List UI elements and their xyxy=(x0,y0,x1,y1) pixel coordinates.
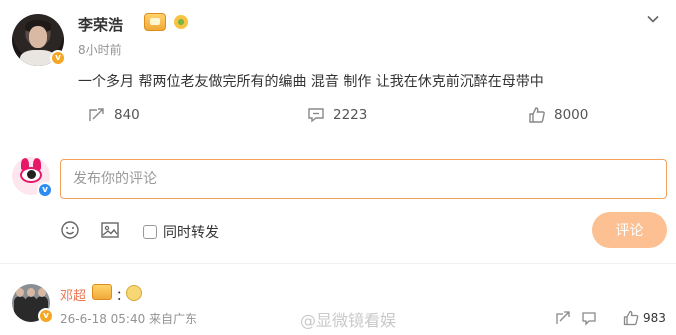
crown-badge-icon xyxy=(92,284,112,300)
repost-checkbox[interactable]: 同时转发 xyxy=(143,222,219,242)
forward-count: 840 xyxy=(114,107,140,123)
divider xyxy=(0,263,676,264)
submit-comment-button[interactable]: 评论 xyxy=(592,212,667,248)
emoji-sticker-icon xyxy=(126,285,142,301)
checkbox-box[interactable] xyxy=(143,225,157,239)
emoji-icon[interactable] xyxy=(60,220,80,240)
thumbs-up-icon xyxy=(529,107,545,123)
comment-count: 2223 xyxy=(333,107,368,123)
comment-like-count: 983 xyxy=(643,311,666,325)
post-text: 一个多月 帮两位老友做完所有的编曲 混音 制作 让我在休克前沉醉在母带中 xyxy=(78,74,544,90)
composer-toolbar: 同时转发 评论 xyxy=(0,212,676,248)
like-count: 8000 xyxy=(554,107,589,123)
thumbs-up-icon xyxy=(623,310,639,326)
verified-badge-icon: v xyxy=(38,308,54,324)
repost-label: 同时转发 xyxy=(163,225,219,241)
image-icon[interactable] xyxy=(100,220,120,240)
comment-actions xyxy=(555,310,597,326)
crown-badge-icon xyxy=(144,13,166,31)
comment-meta: 26-6-18 05:40 来自广东 xyxy=(60,312,198,326)
commenter-name[interactable]: 邓超 xyxy=(60,285,86,304)
post-header: v 李荣浩 8小时前 xyxy=(12,10,662,66)
post-actions: 840 2223 8000 xyxy=(0,104,676,126)
comment-like-button[interactable]: 983 xyxy=(623,310,666,326)
post-author-name[interactable]: 李荣浩 xyxy=(78,14,123,35)
comment-composer: v 发布你的评论 xyxy=(12,157,668,203)
verified-badge-icon: v xyxy=(50,50,66,66)
comment-icon xyxy=(308,108,324,123)
verified-badge-icon: v xyxy=(37,182,53,198)
chevron-down-icon[interactable] xyxy=(646,12,660,26)
reply-forward-icon[interactable] xyxy=(555,310,571,326)
forward-button[interactable]: 840 xyxy=(88,104,140,126)
comment-input[interactable]: 发布你的评论 xyxy=(60,159,667,199)
watermark: @显微镜看娱 xyxy=(300,311,397,330)
reply-icon[interactable] xyxy=(581,310,597,326)
forward-icon xyxy=(89,108,104,121)
like-button[interactable]: 8000 xyxy=(528,104,588,126)
comment-item: v 邓超 ： 26-6-18 05:40 来自广东 @显微镜看娱 983 xyxy=(0,280,676,332)
post-time[interactable]: 8小时前 xyxy=(78,41,122,58)
comment-button[interactable]: 2223 xyxy=(307,104,367,126)
flower-badge-icon xyxy=(174,15,188,29)
